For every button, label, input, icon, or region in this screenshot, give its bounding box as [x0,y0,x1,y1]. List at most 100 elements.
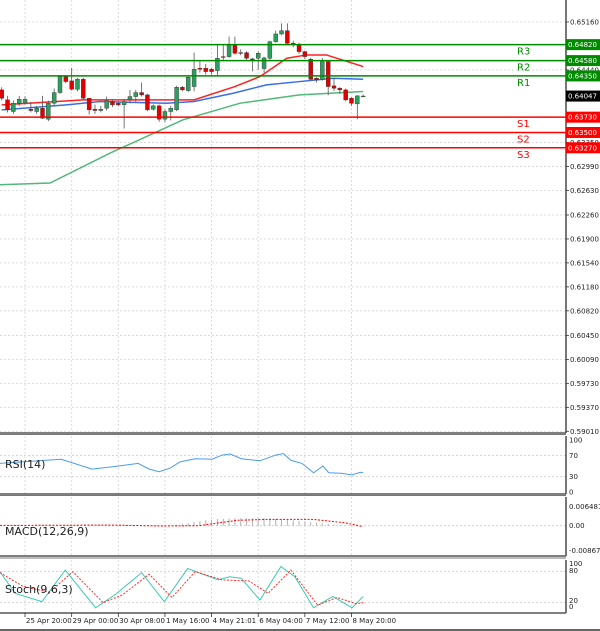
candle-body [145,94,150,111]
candle [121,99,127,129]
candle [86,97,92,115]
candle-body [232,44,238,54]
candle [168,105,173,121]
candle [267,40,273,60]
candle [325,60,331,96]
candle-body [279,30,284,35]
candle-body [221,56,226,58]
candle [349,97,354,106]
candle-body [191,69,197,87]
level-label-r2: R2 [517,63,530,74]
y-tick-label: 0.61540 [570,259,599,267]
candle [302,50,308,60]
candle [226,36,232,58]
candle [75,77,80,92]
macd-panel[interactable]: MACD(12,26,9) [0,518,364,538]
stoch-tick-label: 0 [569,603,573,611]
y-tick-label: 0.62260 [570,211,599,219]
time-axis[interactable]: 12:0025 Apr 20:0029 Apr 00:0030 Apr 08:0… [0,613,396,625]
candle-body [197,68,203,70]
candle [314,77,319,83]
candle [57,75,63,94]
y-tick-label: 0.59730 [570,380,599,388]
candle [279,23,284,36]
candle [238,49,243,56]
candle-body [81,79,86,99]
candle-body [296,44,302,52]
candle-body [110,101,115,106]
x-tick-label: 30 Apr 08:00 [119,617,165,625]
candle-body [256,53,261,59]
x-tick-label: 7 May 12:00 [306,617,350,625]
candle-body [5,99,10,111]
candle-body [343,89,348,101]
candle-body [98,108,104,111]
candle-body [238,52,243,54]
candle [151,104,156,111]
x-tick-label: 25 Apr 20:00 [26,617,72,625]
candle [285,23,290,45]
candle-body [63,76,69,82]
candle-body [86,97,92,111]
level-label-s1: S1 [517,119,530,130]
stoch-panel[interactable]: Stoch(9,6,3) [0,565,364,609]
candle [104,96,109,111]
candle-body [133,92,138,97]
candle-body [22,98,28,103]
candle-body [69,80,74,90]
x-tick-label: 4 May 21:01 [213,617,257,625]
candle [98,105,104,113]
candle [145,93,150,112]
level-price-tag-text: 0.64820 [568,41,597,49]
candle [46,100,51,122]
candle-body [331,85,337,89]
rsi-line [0,452,364,476]
macd-tick-label: -0.008677 [569,547,600,555]
candle [343,88,348,102]
x-tick-label: 29 Apr 00:00 [73,617,119,625]
candle [360,94,366,98]
stoch-tick-label: 80 [569,567,578,575]
candle-body [28,108,34,111]
candle [139,82,144,97]
price-panel[interactable]: R3 R2 R1 S1 S2 S3 [0,23,566,186]
candle-body [151,105,156,110]
current-price-text: 0.64047 [568,93,597,101]
candle [162,109,168,123]
trading-chart: R3 R2 R1 S1 S2 S3 RSI(14) MACD(12,26,9) Stoch… [0,0,600,631]
rsi-panel[interactable]: RSI(14) [0,452,364,476]
candle-body [121,101,127,106]
candle-body [127,96,133,101]
candle-body [261,57,267,69]
macd-tick-label: 0.00 [569,522,585,530]
candle [127,89,133,104]
level-label-r1: R1 [517,78,530,89]
price-axis[interactable]: 0.651600.644400.633500.629900.626300.622… [566,19,600,612]
candle [191,52,197,92]
rsi-tick-label: 100 [569,437,582,445]
candle-body [360,95,366,98]
candle [331,77,337,92]
y-tick-label: 0.60090 [570,356,599,364]
candle-body [174,87,179,111]
level-label-s3: S3 [517,150,530,161]
candle-body [337,88,343,91]
candle-body [244,52,249,59]
candle [203,63,208,75]
candle-body [349,97,354,104]
candle [273,30,278,43]
candle-body [51,92,57,104]
candle-body [104,100,109,109]
candle-body [209,69,214,72]
candle-body [11,102,16,112]
candle [81,77,86,100]
candle-body [325,61,331,87]
y-tick-label: 0.65160 [570,19,599,27]
level-price-tag-text: 0.63270 [568,144,597,152]
candle [197,61,203,73]
candle-body [34,107,39,112]
x-tick-label: 6 May 04:00 [259,617,303,625]
candle [174,85,179,112]
candle [209,67,214,75]
candle-body [302,51,308,57]
